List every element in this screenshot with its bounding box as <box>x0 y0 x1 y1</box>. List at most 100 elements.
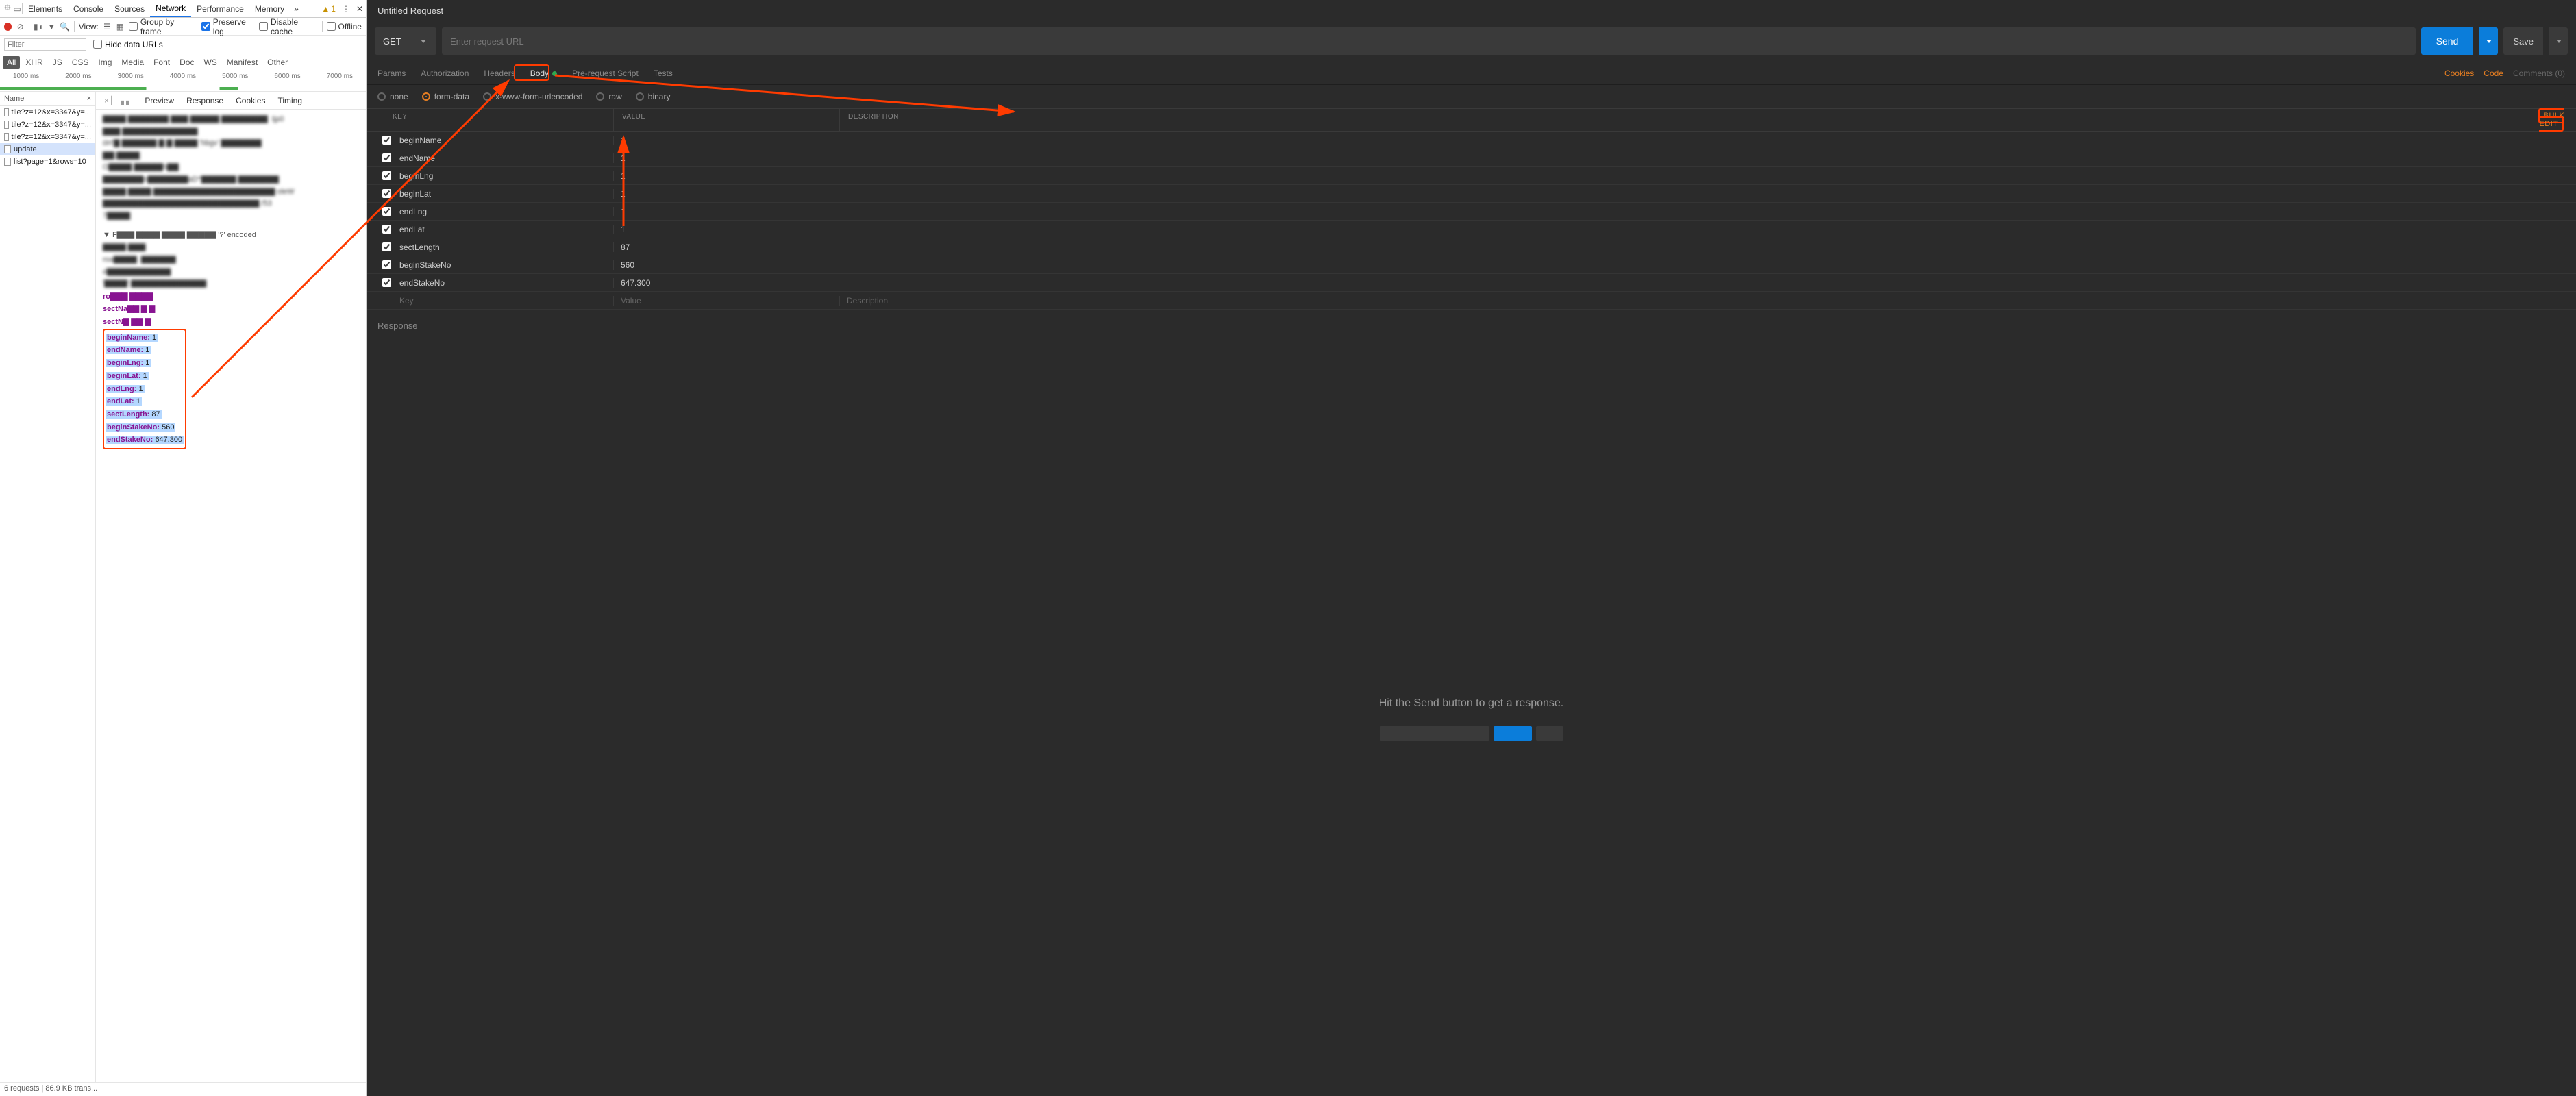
type-manifest[interactable]: Manifest <box>223 56 262 68</box>
tabs-overflow-icon[interactable]: » <box>294 4 299 14</box>
key-cell[interactable]: beginStakeNoText <box>393 260 613 270</box>
grid-row[interactable]: ≡ beginLatText 1 ✕ <box>367 185 2576 203</box>
group-by-frame-checkbox[interactable]: Group by frame <box>129 17 193 36</box>
code-link[interactable]: Code <box>2484 68 2503 78</box>
row-checkbox[interactable] <box>380 153 393 162</box>
key-cell[interactable]: endNameText <box>393 153 613 163</box>
type-font[interactable]: Font <box>149 56 174 68</box>
grid-row[interactable]: ≡ beginLngText 1 ✕ <box>367 167 2576 185</box>
tab-performance[interactable]: Performance <box>191 1 249 16</box>
detail-tab-response[interactable]: Response <box>185 93 225 108</box>
detail-body[interactable]: ▇▇▇▇ ▇▇▇▇▇▇▇ ▇▇▇ ▇▇▇▇▇ ▇▇▇▇▇▇▇▇ Ijp0 ▇▇▇… <box>96 110 366 1082</box>
cookies-link[interactable]: Cookies <box>2444 68 2474 78</box>
key-cell[interactable]: endLatText <box>393 225 613 234</box>
row-checkbox[interactable] <box>380 171 393 180</box>
value-cell[interactable]: 1 <box>613 207 839 216</box>
radio-none[interactable]: none <box>377 92 408 101</box>
tab-prerequest[interactable]: Pre-request Script <box>572 63 639 84</box>
settings-icon[interactable]: ⋮ <box>341 4 351 14</box>
tab-body[interactable]: Body <box>530 63 557 84</box>
ghost-row[interactable]: Key Value Description <box>367 292 2576 310</box>
value-cell[interactable]: 560 <box>613 260 839 270</box>
detail-tab-preview[interactable]: Preview <box>143 93 175 108</box>
network-timeline[interactable]: 1000 ms 2000 ms 3000 ms 4000 ms 5000 ms … <box>0 71 366 92</box>
type-other[interactable]: Other <box>263 56 292 68</box>
radio-form-data[interactable]: form-data <box>422 92 469 101</box>
type-css[interactable]: CSS <box>68 56 93 68</box>
key-cell[interactable]: sectLengthText <box>393 242 613 252</box>
value-cell[interactable]: 1 <box>613 225 839 234</box>
hide-data-urls-checkbox[interactable]: Hide data URLs <box>93 40 163 49</box>
record-icon[interactable] <box>4 23 12 31</box>
tab-params[interactable]: Params <box>377 63 406 84</box>
device-icon[interactable]: ▭ <box>12 4 22 14</box>
form-data-section-header[interactable]: ▼ F▇▇▇ ▇▇▇▇ ▇▇▇▇ ▇▇▇▇▇ '?' encoded <box>103 230 359 239</box>
request-row[interactable]: list?page=1&rows=10 <box>0 155 95 168</box>
tab-network[interactable]: Network <box>150 1 191 17</box>
value-cell[interactable]: 1 <box>613 153 839 163</box>
save-button[interactable]: Save <box>2503 27 2543 55</box>
send-split-button[interactable] <box>2479 27 2498 55</box>
row-checkbox[interactable] <box>380 260 393 269</box>
type-ws[interactable]: WS <box>199 56 221 68</box>
send-button[interactable]: Send <box>2421 27 2474 55</box>
tab-memory[interactable]: Memory <box>249 1 290 16</box>
request-row[interactable]: tile?z=12&x=3347&y=... <box>0 131 95 143</box>
key-cell[interactable]: endStakeNoText <box>393 278 613 288</box>
grid-row[interactable]: ≡ endNameText 1 ✕ <box>367 149 2576 167</box>
row-checkbox[interactable] <box>380 189 393 198</box>
radio-binary[interactable]: binary <box>636 92 671 101</box>
row-checkbox[interactable] <box>380 136 393 145</box>
value-cell[interactable]: 87 <box>613 242 839 252</box>
offline-checkbox[interactable]: Offline <box>327 22 362 32</box>
value-cell[interactable]: 1 <box>613 171 839 181</box>
bulk-edit-link[interactable]: Bulk Edit <box>2538 108 2565 132</box>
request-row[interactable]: update <box>0 143 95 155</box>
filter-input[interactable] <box>4 38 86 51</box>
radio-urlencoded[interactable]: x-www-form-urlencoded <box>483 92 582 101</box>
url-input[interactable] <box>442 27 2416 55</box>
grid-row[interactable]: ≡ endLngText 1 ✕ <box>367 203 2576 221</box>
disable-cache-checkbox[interactable]: Disable cache <box>259 17 318 36</box>
type-doc[interactable]: Doc <box>175 56 198 68</box>
type-xhr[interactable]: XHR <box>21 56 47 68</box>
grid-row[interactable]: ≡ beginStakeNoText 560 ✕ <box>367 256 2576 274</box>
request-row[interactable]: tile?z=12&x=3347&y=... <box>0 119 95 131</box>
tab-elements[interactable]: Elements <box>23 1 68 16</box>
tab-sources[interactable]: Sources <box>109 1 150 16</box>
method-select[interactable]: GET <box>375 27 436 55</box>
clear-icon[interactable]: ⊘ <box>16 22 25 32</box>
close-icon[interactable]: ✕ <box>356 4 363 14</box>
film-icon[interactable]: ▮◖ <box>34 22 43 32</box>
type-img[interactable]: Img <box>94 56 116 68</box>
value-cell[interactable]: 647.300 <box>613 278 839 288</box>
row-checkbox[interactable] <box>380 242 393 251</box>
key-cell[interactable]: beginNameText <box>393 136 613 145</box>
tab-authorization[interactable]: Authorization <box>421 63 469 84</box>
view-list-icon[interactable]: ☰ <box>103 22 112 32</box>
grid-row[interactable]: ≡ beginNameText 1 ✕ <box>367 132 2576 149</box>
row-checkbox[interactable] <box>380 225 393 234</box>
filter-icon[interactable]: ▼ <box>47 22 56 32</box>
detail-tab-cookies[interactable]: Cookies <box>234 93 267 108</box>
radio-raw[interactable]: raw <box>596 92 621 101</box>
tab-headers[interactable]: Headers <box>484 63 515 84</box>
inspect-icon[interactable]: ⯐ <box>3 4 12 14</box>
row-checkbox[interactable] <box>380 207 393 216</box>
save-split-button[interactable] <box>2549 27 2568 55</box>
request-title[interactable]: Untitled Request <box>367 0 2576 21</box>
request-row[interactable]: tile?z=12&x=3347&y=... <box>0 106 95 119</box>
tab-tests[interactable]: Tests <box>654 63 673 84</box>
grid-row[interactable]: ≡ sectLengthText 87 ✕ <box>367 238 2576 256</box>
value-cell[interactable]: 1 <box>613 189 839 199</box>
type-js[interactable]: JS <box>49 56 66 68</box>
preserve-log-checkbox[interactable]: Preserve log <box>201 17 255 36</box>
key-cell[interactable]: beginLngText <box>393 171 613 181</box>
detail-tab-timing[interactable]: Timing <box>276 93 304 108</box>
close-detail-icon[interactable]: × <box>87 95 91 103</box>
type-media[interactable]: Media <box>117 56 148 68</box>
type-all[interactable]: All <box>3 56 20 68</box>
grid-row[interactable]: ≡ endLatText 1 ✕ <box>367 221 2576 238</box>
warnings-badge[interactable]: ▲ 1 <box>321 4 336 14</box>
key-cell[interactable]: beginLatText <box>393 189 613 199</box>
